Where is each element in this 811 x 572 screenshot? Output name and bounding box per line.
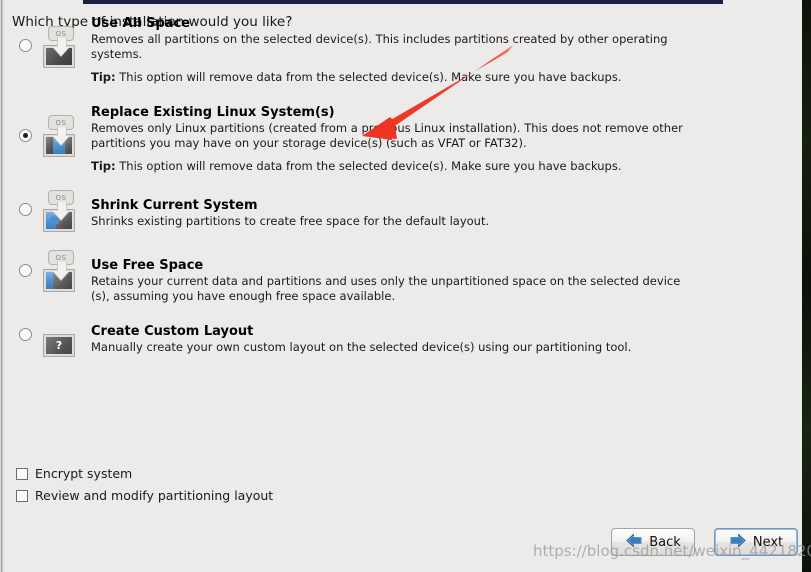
disk-shrink-icon: OS (42, 190, 76, 232)
option-tip-label: Tip: (91, 159, 116, 173)
option-tip-text: This option will remove data from the se… (115, 70, 622, 84)
checkbox-encrypt-system[interactable] (16, 467, 28, 480)
checkbox-row-review-modify-partitioning[interactable]: Review and modify partitioning layout (16, 488, 273, 503)
disk-custom-layout-icon: ? (42, 315, 76, 357)
option-title: Create Custom Layout (91, 324, 254, 339)
option-title: Use Free Space (91, 258, 204, 273)
checkbox-review-modify-partitioning[interactable] (16, 489, 28, 502)
option-tip: Tip: This option will remove data from t… (91, 159, 711, 174)
shrink-arrow-left-icon (47, 215, 55, 227)
question-mark-glyph: ? (46, 337, 72, 354)
option-description: Shrinks existing partitions to create fr… (91, 214, 490, 228)
disk-replace-linux-icon: OS (42, 115, 76, 157)
option-description: Removes only Linux partitions (created f… (91, 121, 683, 150)
watermark-text: https://blog.csdn.net/weixin_44218204 (533, 542, 811, 560)
radio-shrink-current-system[interactable] (19, 203, 32, 216)
option-tip: Tip: This option will remove data from t… (91, 70, 711, 85)
option-description: Removes all partitions on the selected d… (91, 32, 668, 61)
checkbox-label-encrypt-system: Encrypt system (35, 466, 133, 481)
option-tip-label: Tip: (91, 70, 116, 84)
option-title: Replace Existing Linux System(s) (91, 105, 335, 120)
option-title: Shrink Current System (91, 198, 258, 213)
desktop-wallpaper-edge (802, 0, 811, 572)
radio-use-free-space[interactable] (19, 264, 32, 277)
dialog-content: Which type of installation would you lik… (5, 4, 802, 572)
option-description: Retains your current data and partitions… (91, 274, 681, 303)
arrow-head-shape (53, 136, 69, 145)
option-title: Use All Space (91, 16, 191, 31)
radio-create-custom-layout[interactable] (19, 328, 32, 341)
radio-replace-existing-linux[interactable] (19, 129, 32, 142)
installation-type-screen: Which type of installation would you lik… (0, 0, 811, 572)
disk-replace-all-icon: OS (42, 26, 76, 68)
shrink-arrow-tail (55, 218, 59, 224)
option-tip-text: This option will remove data from the se… (115, 159, 622, 173)
checkbox-label-review-modify-partitioning: Review and modify partitioning layout (35, 488, 274, 503)
disk-free-space-icon: OS (42, 250, 76, 292)
question-mark-icon: ? (43, 334, 75, 357)
arrow-head-shape (53, 47, 69, 56)
checkbox-row-encrypt-system[interactable]: Encrypt system (16, 466, 132, 481)
radio-use-all-space[interactable] (19, 39, 32, 52)
arrow-head-shape (53, 271, 69, 280)
option-description: Manually create your own custom layout o… (91, 340, 632, 354)
